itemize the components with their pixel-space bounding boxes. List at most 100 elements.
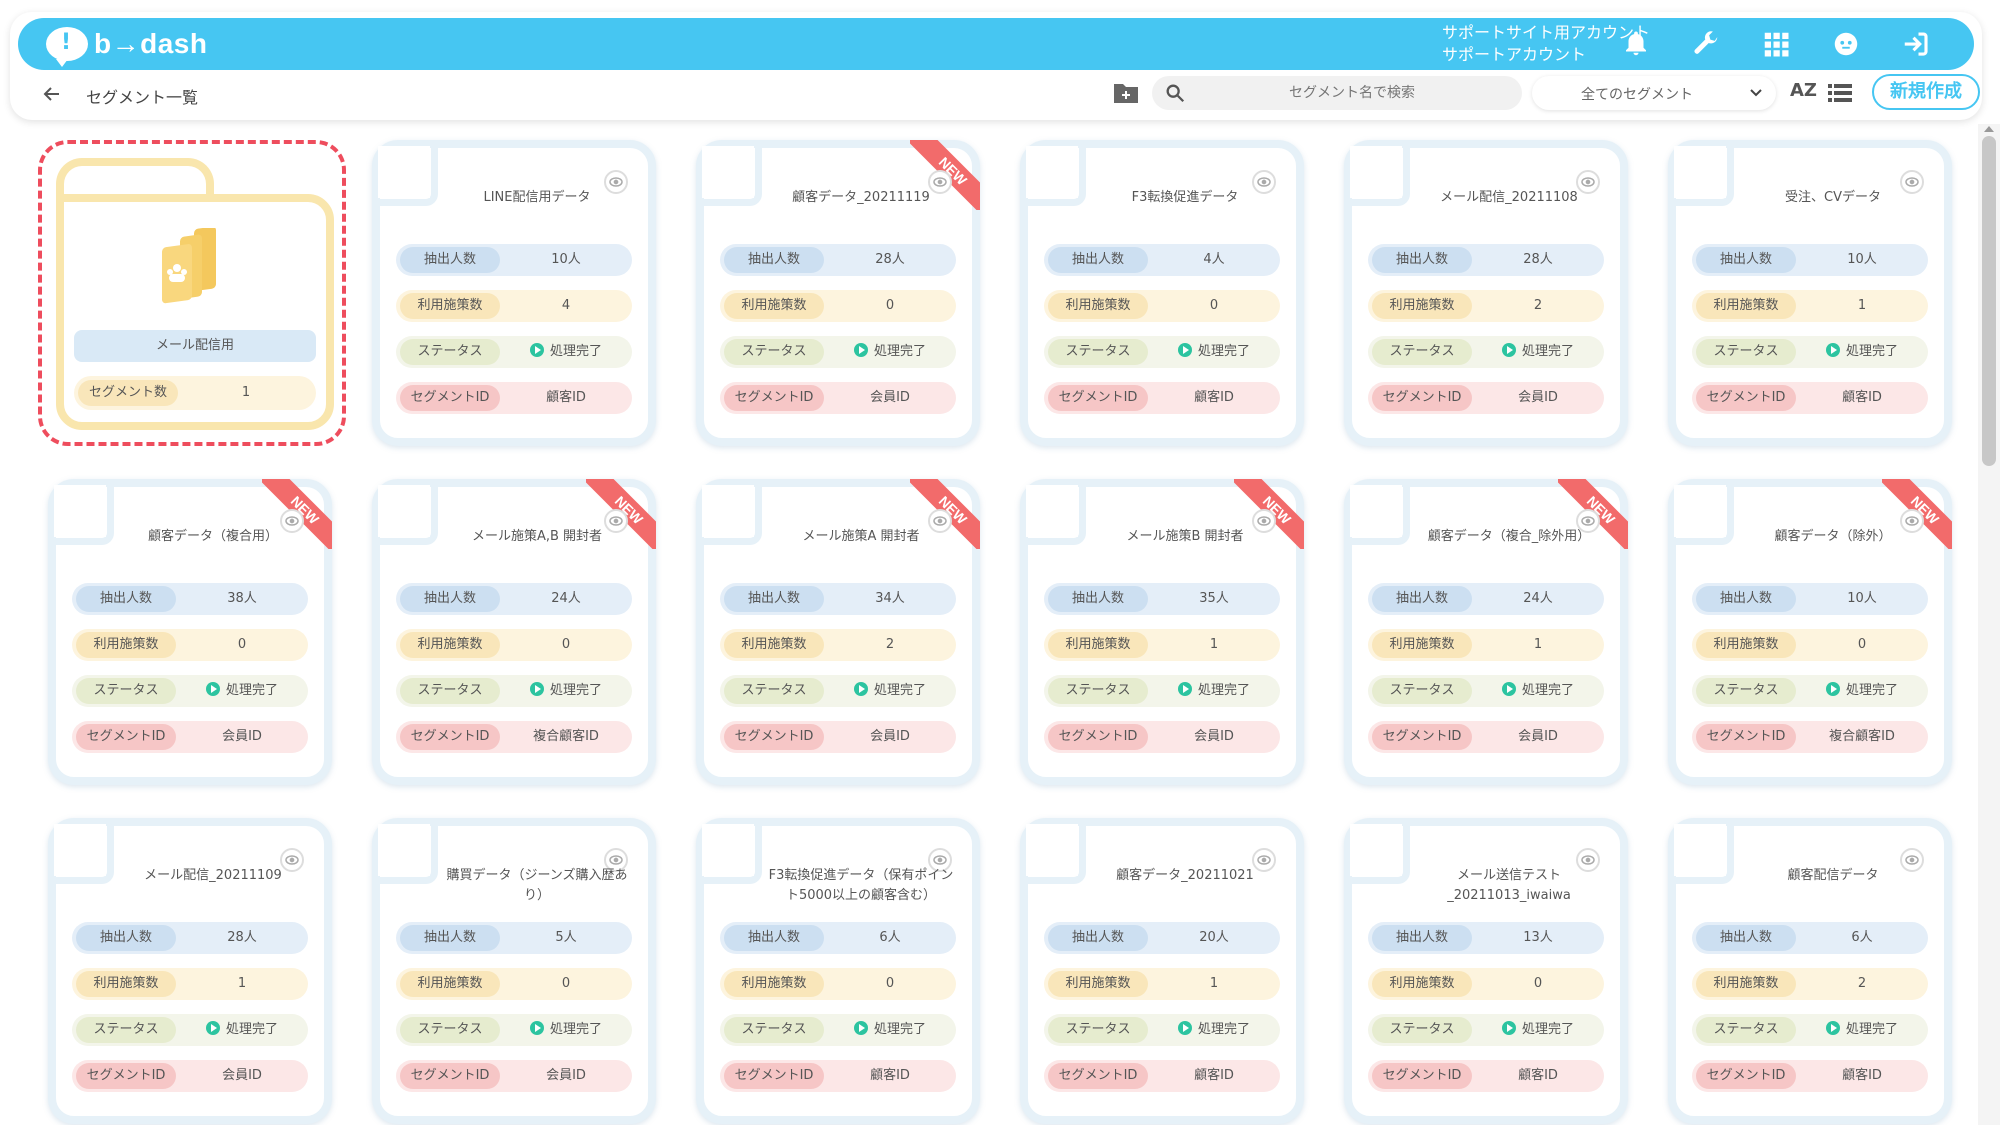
segment-id-value: 顧客ID <box>1842 1068 1882 1083</box>
status-label: ステータス <box>1048 1017 1148 1043</box>
status-label: ステータス <box>400 1017 500 1043</box>
apps-grid-icon[interactable] <box>1758 26 1794 62</box>
support-chat-icon[interactable] <box>1828 26 1864 62</box>
count-value: 10人 <box>1847 591 1877 606</box>
segment-id-row: セグメントID 顧客ID <box>720 1060 956 1092</box>
bell-icon[interactable] <box>1618 26 1654 62</box>
segment-card[interactable]: LINE配信用データ 抽出人数 10人 利用施策数 4 ステータス 処理完了 セ… <box>372 140 656 446</box>
segment-card[interactable]: 受注、CVデータ 抽出人数 10人 利用施策数 1 ステータス 処理完了 セグメ… <box>1668 140 1952 446</box>
count-label: 抽出人数 <box>1048 247 1148 273</box>
segment-card[interactable]: NEW 顧客データ_20211119 抽出人数 28人 利用施策数 0 ステータ… <box>696 140 980 446</box>
status-text: 処理完了 <box>873 683 926 698</box>
scrollbar[interactable] <box>1978 124 2000 1125</box>
segment-id-row: セグメントID 複合顧客ID <box>396 721 632 753</box>
use-value: 1 <box>1857 298 1867 313</box>
status-value: 処理完了 <box>1476 336 1600 368</box>
status-row: ステータス 処理完了 <box>396 336 632 368</box>
folder-add-icon[interactable] <box>1112 80 1140 106</box>
segment-card[interactable]: NEW 顧客データ（複合_除外用） 抽出人数 24人 利用施策数 1 ステータス… <box>1344 479 1628 785</box>
segment-card[interactable]: NEW 顧客データ（除外） 抽出人数 10人 利用施策数 0 ステータス 処理完… <box>1668 479 1952 785</box>
segment-card[interactable]: NEW メール施策A,B 開封者 抽出人数 24人 利用施策数 0 ステータス … <box>372 479 656 785</box>
folder-segment-count: セグメント数 1 <box>74 376 316 410</box>
count-value: 38人 <box>227 591 257 606</box>
scroll-up-arrow-icon[interactable] <box>1984 126 1994 132</box>
use-label: 利用施策数 <box>1048 632 1148 658</box>
segment-card[interactable]: F3転換促進データ 抽出人数 4人 利用施策数 0 ステータス 処理完了 セグメ… <box>1020 140 1304 446</box>
segment-id-label: セグメントID <box>724 1063 824 1089</box>
status-text: 処理完了 <box>1197 344 1250 359</box>
status-text: 処理完了 <box>1845 1022 1898 1037</box>
search-box[interactable] <box>1152 76 1522 110</box>
segment-card[interactable]: メール配信_20211109 抽出人数 28人 利用施策数 1 ステータス 処理… <box>48 818 332 1124</box>
segment-id-label: セグメントID <box>76 1063 176 1089</box>
count-row: 抽出人数 24人 <box>1368 583 1604 615</box>
folder-card[interactable]: メール配信用 セグメント数 1 <box>56 158 334 430</box>
use-row: 利用施策数 2 <box>1692 968 1928 1000</box>
status-text: 処理完了 <box>1845 344 1898 359</box>
use-label: 利用施策数 <box>1696 632 1796 658</box>
segment-card[interactable]: NEW メール施策A 開封者 抽出人数 34人 利用施策数 2 ステータス 処理… <box>696 479 980 785</box>
count-row: 抽出人数 10人 <box>1692 583 1928 615</box>
use-value: 0 <box>237 637 247 652</box>
card-corner-fold <box>378 146 438 206</box>
count-value: 10人 <box>1847 252 1877 267</box>
segment-card[interactable]: NEW メール施策B 開封者 抽出人数 35人 利用施策数 1 ステータス 処理… <box>1020 479 1304 785</box>
segment-card[interactable]: 顧客データ_20211021 抽出人数 20人 利用施策数 1 ステータス 処理… <box>1020 818 1304 1124</box>
status-label: ステータス <box>1048 678 1148 704</box>
use-label: 利用施策数 <box>1372 971 1472 997</box>
use-value: 2 <box>1857 976 1867 991</box>
segment-id-row: セグメントID 顧客ID <box>396 382 632 414</box>
card-title: 顧客データ_20211021 <box>1116 868 1254 883</box>
status-value: 処理完了 <box>180 675 304 707</box>
use-value: 2 <box>1533 298 1543 313</box>
status-label: ステータス <box>400 339 500 365</box>
count-label: 抽出人数 <box>76 925 176 951</box>
count-value: 28人 <box>227 930 257 945</box>
play-status-icon <box>1501 1021 1516 1035</box>
search-input[interactable] <box>1192 76 1512 110</box>
folder-card-selected[interactable]: メール配信用 セグメント数 1 <box>38 140 346 446</box>
count-value: 10人 <box>551 252 581 267</box>
card-corner-fold <box>702 824 762 884</box>
segment-id-row: セグメントID 会員ID <box>720 721 956 753</box>
use-value: 1 <box>1209 637 1219 652</box>
logo[interactable]: b→dash <box>46 26 208 67</box>
status-label: ステータス <box>1372 339 1472 365</box>
segment-filter-select[interactable]: 全てのセグメント <box>1532 76 1776 110</box>
filter-value: 全てのセグメント <box>1581 87 1693 103</box>
count-label: 抽出人数 <box>400 586 500 612</box>
status-text: 処理完了 <box>549 344 602 359</box>
segment-id-value: 会員ID <box>222 1068 262 1083</box>
status-row: ステータス 処理完了 <box>1368 675 1604 707</box>
status-row: ステータス 処理完了 <box>720 336 956 368</box>
scroll-thumb[interactable] <box>1982 136 1996 466</box>
count-label: 抽出人数 <box>1696 586 1796 612</box>
use-row: 利用施策数 4 <box>396 290 632 322</box>
status-value: 処理完了 <box>504 675 628 707</box>
logo-bubble-icon <box>46 27 88 67</box>
status-text: 処理完了 <box>1521 344 1574 359</box>
segment-card[interactable]: F3転換促進データ（保有ポイント5000以上の顧客含む） 抽出人数 6人 利用施… <box>696 818 980 1124</box>
segment-card[interactable]: メール配信_20211108 抽出人数 28人 利用施策数 2 ステータス 処理… <box>1344 140 1628 446</box>
logo-text: b→dash <box>94 28 208 59</box>
use-row: 利用施策数 1 <box>1044 968 1280 1000</box>
count-row: 抽出人数 28人 <box>720 244 956 276</box>
segment-card[interactable]: 顧客配信データ 抽出人数 6人 利用施策数 2 ステータス 処理完了 セグメント… <box>1668 818 1952 1124</box>
segment-card[interactable]: メール送信テスト_20211013_iwaiwa 抽出人数 13人 利用施策数 … <box>1344 818 1628 1124</box>
new-segment-button[interactable]: 新規作成 <box>1872 74 1980 110</box>
segment-card[interactable]: 購買データ（ジーンズ購入歴あり） 抽出人数 5人 利用施策数 0 ステータス 処… <box>372 818 656 1124</box>
wrench-icon[interactable] <box>1688 26 1724 62</box>
status-value: 処理完了 <box>504 336 628 368</box>
segment-id-row: セグメントID 顧客ID <box>1044 382 1280 414</box>
card-corner-fold <box>1026 824 1086 884</box>
status-row: ステータス 処理完了 <box>1368 336 1604 368</box>
use-value: 1 <box>1533 637 1543 652</box>
sort-az-button[interactable]: AZ <box>1790 80 1817 101</box>
segment-card[interactable]: NEW 顧客データ（複合用） 抽出人数 38人 利用施策数 0 ステータス 処理… <box>48 479 332 785</box>
use-value: 0 <box>561 637 571 652</box>
back-arrow-icon[interactable] <box>40 82 64 106</box>
logout-icon[interactable] <box>1898 26 1934 62</box>
segment-id-value: 会員ID <box>546 1068 586 1083</box>
list-view-icon[interactable] <box>1828 82 1852 104</box>
segment-id-value: 会員ID <box>1194 729 1234 744</box>
